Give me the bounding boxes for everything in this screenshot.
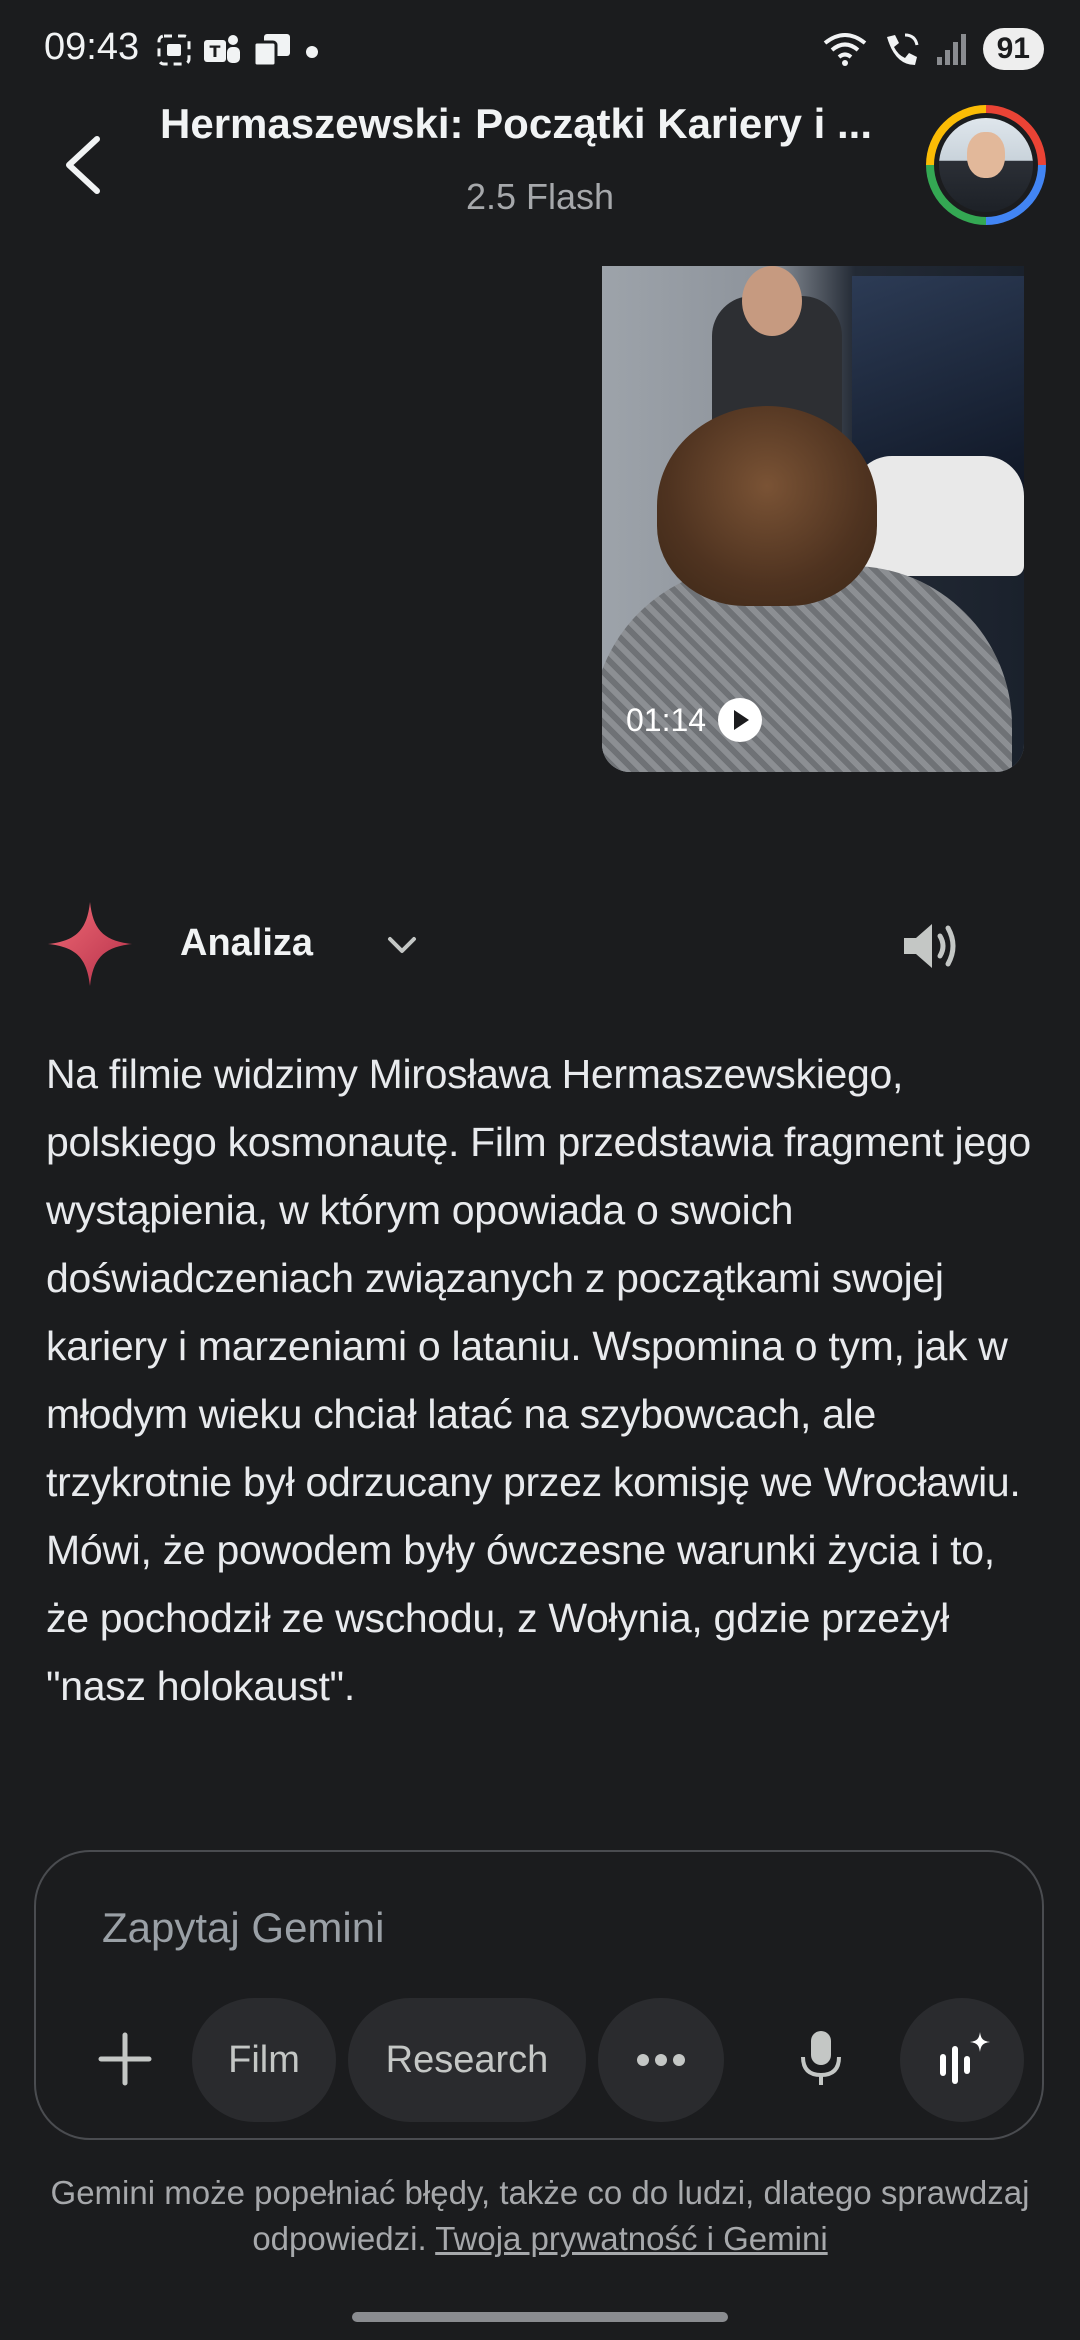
chat-header: Hermaszewski: Początki Kariery i ... 2.5…	[0, 100, 1080, 250]
video-duration-label: 01:14	[626, 701, 707, 738]
gemini-live-button[interactable]	[900, 1998, 1024, 2122]
prompt-input-box[interactable]: Zapytaj Gemini Film Research	[34, 1850, 1044, 2140]
chat-title[interactable]: Hermaszewski: Początki Kariery i ...	[160, 100, 920, 148]
copy-icon	[252, 34, 290, 68]
microphone-icon	[801, 2031, 841, 2085]
chevron-down-icon[interactable]	[384, 930, 420, 960]
gemini-spark-icon	[48, 902, 132, 986]
signal-icon	[936, 34, 966, 65]
analysis-mode-label[interactable]: Analiza	[180, 922, 313, 965]
svg-text:T: T	[210, 42, 221, 61]
prompt-input[interactable]: Zapytaj Gemini	[102, 1904, 384, 1952]
response-header: Analiza	[0, 900, 1080, 990]
account-avatar-button[interactable]	[926, 105, 1046, 225]
wifi-call-icon	[886, 33, 919, 65]
live-sparkle-icon	[940, 2032, 990, 2084]
research-chip[interactable]: Research	[348, 1998, 586, 2122]
privacy-link[interactable]: Twoja prywatność i Gemini	[435, 2220, 827, 2257]
play-icon[interactable]	[718, 698, 763, 742]
status-icons-right: 91	[823, 28, 1044, 70]
video-duration: 01:14	[626, 698, 763, 742]
model-version: 2.5 Flash	[465, 176, 615, 217]
add-button[interactable]	[80, 2014, 170, 2104]
input-actions: Film Research	[36, 1998, 1046, 2122]
wifi-icon	[823, 33, 866, 66]
plus-icon	[98, 2032, 152, 2086]
speaker-icon[interactable]	[898, 918, 962, 974]
disclaimer: Gemini może popełniać błędy, także co do…	[0, 2170, 1080, 2262]
home-indicator[interactable]	[352, 2312, 728, 2322]
microphone-button[interactable]	[776, 2014, 866, 2104]
more-options-button[interactable]	[598, 1998, 724, 2122]
status-icons-left: T	[156, 32, 322, 68]
video-attachment[interactable]: 01:14	[602, 266, 1024, 772]
response-text: Na filmie widzimy Mirosława Hermaszewski…	[46, 1051, 1031, 1709]
avatar	[939, 118, 1033, 212]
battery-indicator: 91	[982, 28, 1044, 70]
film-chip[interactable]: Film	[192, 1998, 336, 2122]
status-time: 09:43	[44, 26, 140, 68]
dot-icon	[306, 46, 318, 58]
status-bar: 09:43 T 91	[0, 0, 1080, 100]
more-horizontal-icon	[637, 2054, 685, 2066]
teams-icon: T	[204, 35, 240, 63]
screenshot-icon	[157, 34, 191, 66]
